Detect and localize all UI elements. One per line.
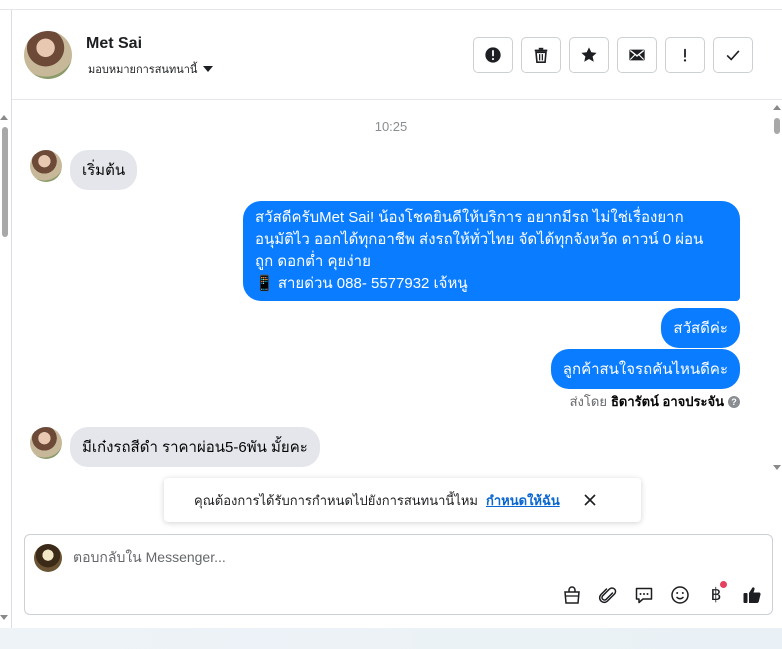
- emoji-button[interactable]: [668, 583, 692, 607]
- notification-dot: [720, 581, 727, 588]
- baht-icon: ฿: [710, 585, 722, 605]
- contact-name[interactable]: Met Sai: [86, 35, 142, 53]
- close-icon[interactable]: [582, 492, 598, 508]
- outgoing-message[interactable]: ลูกค้าสนใจรถคันไหนดีคะ: [550, 349, 740, 389]
- payment-button[interactable]: ฿: [704, 581, 728, 607]
- shop-button[interactable]: [560, 583, 584, 607]
- sent-by-label: ส่งโดย ธิดารัตน์ อาจประจัน ?: [570, 391, 740, 412]
- reply-composer: ฿: [24, 534, 773, 615]
- message-timestamp: 10:25: [374, 119, 408, 134]
- outgoing-message[interactable]: สวัสดีค่ะ: [661, 308, 740, 348]
- incoming-message[interactable]: เริ่มต้น: [70, 150, 138, 190]
- envelope-icon: [629, 49, 645, 61]
- outgoing-message[interactable]: สวัสดีครับMet Sai! น้องโชคยินดีให้บริการ…: [243, 201, 740, 301]
- scroll-up-arrow-icon[interactable]: [0, 115, 8, 120]
- scroll-down-arrow-icon[interactable]: [0, 615, 8, 620]
- alert-circle-icon: [485, 47, 501, 63]
- report-button[interactable]: [473, 37, 513, 73]
- info-icon[interactable]: ?: [728, 395, 740, 408]
- scroll-down-arrow-icon[interactable]: [773, 465, 781, 470]
- sent-by-name: ธิดารัตน์ อาจประจัน: [610, 394, 724, 409]
- star-icon: [581, 47, 597, 62]
- composer-actions: ฿: [560, 581, 764, 607]
- message-line: 📱 สายด่วน 088- 5577932 เจ้หนู: [255, 275, 468, 292]
- done-button[interactable]: [713, 37, 753, 73]
- conversation-toolbar: [473, 37, 753, 73]
- check-icon: [726, 50, 740, 61]
- chat-bubble-icon: [635, 587, 653, 604]
- contact-avatar[interactable]: [24, 31, 72, 79]
- assign-banner-text: คุณต้องการได้รับการกำหนดไปยังการสนทนานี้…: [194, 492, 478, 508]
- left-scrollbar[interactable]: [0, 115, 9, 623]
- paperclip-icon: [598, 587, 617, 604]
- chat-scrollbar[interactable]: [771, 101, 782, 476]
- attach-button[interactable]: [596, 583, 620, 607]
- assign-to-me-banner: คุณต้องการได้รับการกำหนดไปยังการสนทนานี้…: [164, 478, 641, 522]
- like-button[interactable]: [740, 583, 764, 607]
- message-line: อนุมัติไว ออกได้ทุกอาชีพ ส่งรถให้ทั่วไทย…: [255, 231, 704, 248]
- mark-unread-button[interactable]: [617, 37, 657, 73]
- trash-icon: [534, 47, 548, 64]
- message-thread[interactable]: 10:25 เริ่มต้น สวัสดีครับMet Sai! น้องโช…: [12, 101, 770, 476]
- saved-replies-button[interactable]: [632, 583, 656, 607]
- caret-down-icon: [203, 66, 214, 72]
- page-footer-band: [0, 628, 782, 649]
- contact-avatar-small: [30, 427, 62, 459]
- reply-input[interactable]: [73, 549, 693, 565]
- scroll-up-arrow-icon[interactable]: [773, 105, 781, 110]
- scrollbar-thumb[interactable]: [2, 127, 8, 237]
- delete-button[interactable]: [521, 37, 561, 73]
- star-button[interactable]: [569, 37, 609, 73]
- follow-up-button[interactable]: [665, 37, 705, 73]
- smiley-icon: [671, 586, 689, 604]
- assign-conversation-label: มอบหมายการสนทนานี้: [88, 64, 198, 76]
- exclamation-icon: [683, 48, 687, 62]
- contact-avatar-small: [30, 150, 62, 182]
- conversation-header: Met Sai มอบหมายการสนทนานี้: [12, 11, 782, 100]
- assign-to-me-link[interactable]: กำหนดให้ฉัน: [486, 490, 560, 511]
- assign-conversation-dropdown[interactable]: มอบหมายการสนทนานี้: [88, 60, 214, 78]
- window-top-edge: [0, 0, 782, 10]
- scrollbar-thumb[interactable]: [774, 118, 780, 134]
- incoming-message[interactable]: มีเก๋งรถสีดำ ราคาผ่อน5-6พัน มั้ยคะ: [70, 427, 320, 467]
- sent-by-prefix: ส่งโดย: [569, 394, 607, 409]
- thumbs-up-icon: [743, 587, 761, 603]
- page-avatar: [34, 544, 62, 572]
- message-line: ถูก ดอกต่ำ คุยง่าย: [255, 253, 371, 270]
- shopping-bag-icon: [564, 586, 580, 604]
- message-line: สวัสดีครับMet Sai! น้องโชคยินดีให้บริการ…: [255, 209, 684, 226]
